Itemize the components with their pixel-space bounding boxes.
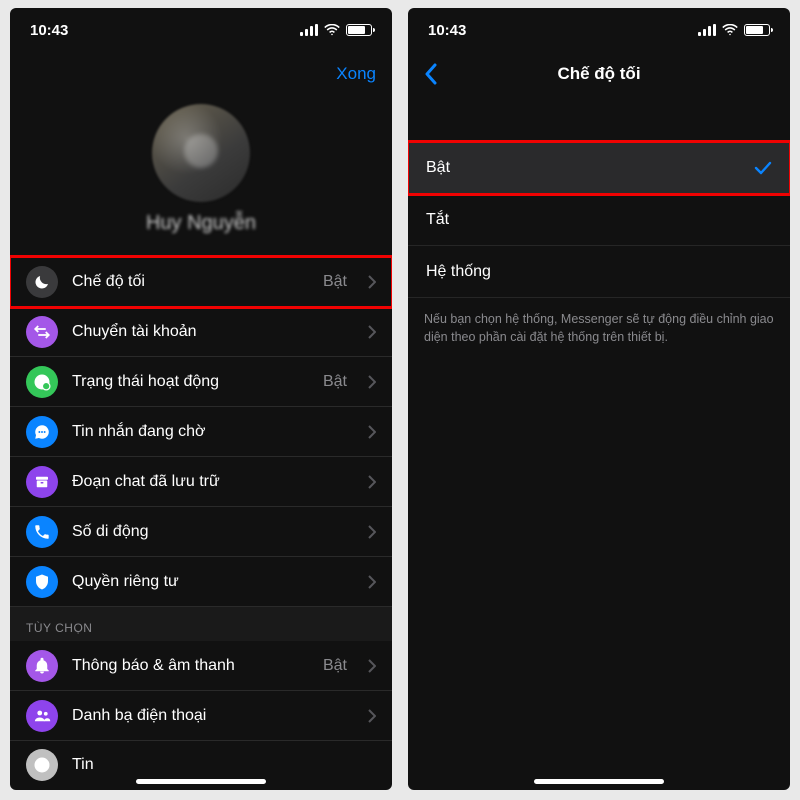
chevron-right-icon xyxy=(367,475,376,489)
status-right xyxy=(698,24,770,36)
signal-icon xyxy=(300,24,318,36)
done-button[interactable]: Xong xyxy=(336,64,376,84)
moon-icon xyxy=(26,266,58,298)
row-label: Chế độ tối xyxy=(72,273,309,291)
option-label: Hệ thống xyxy=(426,263,491,281)
option-system[interactable]: Hệ thống xyxy=(408,246,790,298)
circle-icon xyxy=(26,749,58,781)
nav-bar: Chế độ tối xyxy=(408,52,790,96)
status-bar: 10:43 xyxy=(10,8,392,52)
footnote: Nếu bạn chọn hệ thống, Messenger sẽ tự đ… xyxy=(408,298,790,358)
home-indicator[interactable] xyxy=(136,779,266,784)
status-right xyxy=(300,24,372,36)
row-value: Bật xyxy=(323,373,347,391)
shield-icon xyxy=(26,566,58,598)
option-on[interactable]: Bật xyxy=(408,142,790,194)
nav-bar: Xong xyxy=(10,52,392,96)
phone-icon xyxy=(26,516,58,548)
status-time: 10:43 xyxy=(30,22,68,39)
row-privacy[interactable]: Quyền riêng tư xyxy=(10,557,392,607)
chevron-right-icon xyxy=(367,325,376,339)
status-bar: 10:43 xyxy=(408,8,790,52)
row-label: Chuyển tài khoản xyxy=(72,323,347,341)
status-dot-icon xyxy=(26,366,58,398)
profile-name: Huy Nguyễn xyxy=(10,212,392,235)
check-icon xyxy=(754,161,772,175)
battery-icon xyxy=(346,24,372,36)
option-label: Bật xyxy=(426,159,450,177)
settings-list: Chế độ tối Bật Chuyển tài khoản xyxy=(10,257,392,781)
row-notifications[interactable]: Thông báo & âm thanh Bật xyxy=(10,641,392,691)
chevron-right-icon xyxy=(367,659,376,673)
row-mobile-number[interactable]: Số di động xyxy=(10,507,392,557)
phone-right: 10:43 Chế độ tối Bật xyxy=(408,8,790,790)
swap-icon xyxy=(26,316,58,348)
row-dark-mode[interactable]: Chế độ tối Bật xyxy=(10,257,392,307)
option-label: Tắt xyxy=(426,211,449,229)
chevron-right-icon xyxy=(367,275,376,289)
avatar[interactable] xyxy=(152,104,250,202)
status-time: 10:43 xyxy=(428,22,466,39)
row-switch-account[interactable]: Chuyển tài khoản xyxy=(10,307,392,357)
wifi-icon xyxy=(324,24,340,36)
row-waiting-messages[interactable]: Tin nhắn đang chờ xyxy=(10,407,392,457)
signal-icon xyxy=(698,24,716,36)
row-contacts[interactable]: Danh bạ điện thoại xyxy=(10,691,392,741)
chat-icon xyxy=(26,416,58,448)
row-label: Đoạn chat đã lưu trữ xyxy=(72,473,347,491)
screenshot-pair: 10:43 Xong Huy Nguyễn xyxy=(10,8,790,790)
section-header-options: TÙY CHỌN xyxy=(10,607,392,641)
battery-icon xyxy=(744,24,770,36)
wifi-icon xyxy=(722,24,738,36)
chevron-right-icon xyxy=(367,575,376,589)
option-off[interactable]: Tắt xyxy=(408,194,790,246)
chevron-right-icon xyxy=(367,525,376,539)
row-tin[interactable]: Tin xyxy=(10,741,392,781)
row-label: Thông báo & âm thanh xyxy=(72,657,309,675)
chevron-right-icon xyxy=(367,709,376,723)
chevron-right-icon xyxy=(367,375,376,389)
chevron-right-icon xyxy=(367,425,376,439)
row-label: Tin xyxy=(72,756,376,774)
people-icon xyxy=(26,700,58,732)
row-archived-chats[interactable]: Đoạn chat đã lưu trữ xyxy=(10,457,392,507)
phone-left: 10:43 Xong Huy Nguyễn xyxy=(10,8,392,790)
row-label: Trạng thái hoạt động xyxy=(72,373,309,391)
page-title: Chế độ tối xyxy=(408,64,790,84)
home-indicator[interactable] xyxy=(534,779,664,784)
row-label: Danh bạ điện thoại xyxy=(72,707,347,725)
row-label: Số di động xyxy=(72,523,347,541)
back-button[interactable] xyxy=(424,63,438,85)
row-active-status[interactable]: Trạng thái hoạt động Bật xyxy=(10,357,392,407)
profile-header: Huy Nguyễn xyxy=(10,96,392,257)
row-label: Quyền riêng tư xyxy=(72,573,347,591)
row-value: Bật xyxy=(323,657,347,675)
archive-icon xyxy=(26,466,58,498)
row-label: Tin nhắn đang chờ xyxy=(72,423,347,441)
row-value: Bật xyxy=(323,273,347,291)
bell-icon xyxy=(26,650,58,682)
